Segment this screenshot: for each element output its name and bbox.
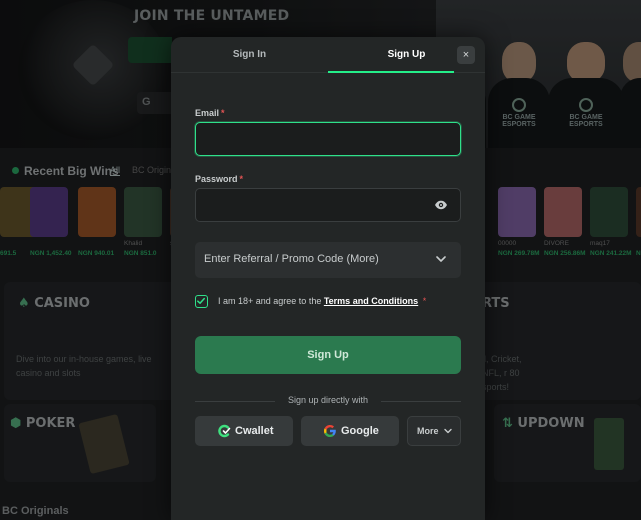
eye-icon[interactable] bbox=[434, 200, 448, 210]
chevron-down-icon bbox=[444, 428, 452, 434]
terms-checkbox[interactable] bbox=[195, 295, 208, 308]
terms-text: I am 18+ and agree to the Terms and Cond… bbox=[218, 296, 426, 306]
active-tab-indicator bbox=[328, 71, 454, 73]
terms-prefix: I am 18+ and agree to the bbox=[218, 296, 322, 306]
email-required-marker: * bbox=[221, 108, 225, 118]
more-label: More bbox=[417, 426, 439, 436]
google-icon bbox=[324, 425, 336, 437]
google-label: Google bbox=[341, 425, 379, 437]
email-label: Email * bbox=[195, 108, 225, 118]
terms-link[interactable]: Terms and Conditions bbox=[324, 296, 418, 306]
close-icon: × bbox=[462, 49, 470, 61]
promo-code-label: Enter Referral / Promo Code (More) bbox=[204, 253, 379, 265]
auth-tabs: Sign In Sign Up bbox=[171, 37, 485, 73]
cwallet-label: Cwallet bbox=[235, 425, 274, 437]
chevron-down-icon bbox=[436, 256, 446, 262]
more-social-button[interactable]: More bbox=[407, 416, 461, 446]
sign-up-button[interactable]: Sign Up bbox=[195, 336, 461, 374]
auth-modal: Sign In Sign Up × Email * Password * Enter… bbox=[171, 37, 485, 520]
google-button[interactable]: Google bbox=[301, 416, 399, 446]
divider-right bbox=[381, 401, 461, 402]
cwallet-icon bbox=[218, 424, 231, 438]
password-field[interactable] bbox=[195, 188, 461, 222]
promo-code-toggle[interactable]: Enter Referral / Promo Code (More) bbox=[195, 242, 461, 278]
terms-required-marker: * bbox=[422, 296, 427, 306]
password-label: Password * bbox=[195, 174, 244, 184]
email-field[interactable] bbox=[195, 122, 461, 156]
cwallet-button[interactable]: Cwallet bbox=[195, 416, 293, 446]
close-button[interactable]: × bbox=[457, 46, 475, 64]
password-required-marker: * bbox=[239, 174, 244, 184]
checkmark-icon bbox=[197, 297, 205, 304]
tab-sign-in[interactable]: Sign In bbox=[171, 37, 328, 73]
social-divider-label: Sign up directly with bbox=[287, 395, 369, 405]
